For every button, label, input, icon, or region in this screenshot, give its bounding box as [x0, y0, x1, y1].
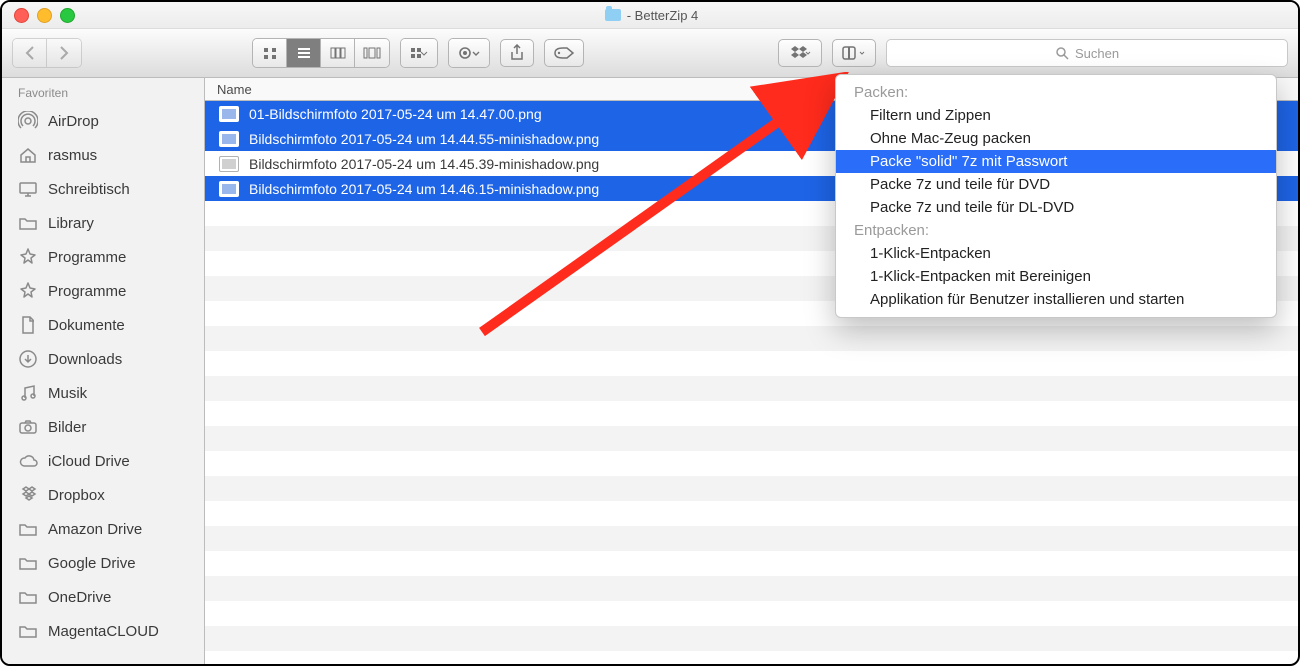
- search-field[interactable]: Suchen: [886, 39, 1288, 67]
- menu-item[interactable]: 1-Klick-Entpacken: [836, 242, 1276, 265]
- window-fullscreen-button[interactable]: [60, 8, 75, 23]
- arrange-segment: [400, 38, 438, 68]
- toolbar: Suchen: [2, 29, 1298, 78]
- menu-item[interactable]: Ohne Mac-Zeug packen: [836, 127, 1276, 150]
- sidebar-item-label: iCloud Drive: [48, 453, 130, 470]
- forward-button[interactable]: [47, 39, 81, 67]
- menu-category: Entpacken:: [836, 219, 1276, 242]
- action-segment: [448, 38, 490, 68]
- file-thumbnail-icon: [219, 181, 239, 197]
- sidebar-item-label: Google Drive: [48, 555, 136, 572]
- menu-item[interactable]: Packe 7z und teile für DVD: [836, 173, 1276, 196]
- sidebar-item-programme[interactable]: Programme: [2, 240, 204, 274]
- empty-row: [205, 501, 1298, 526]
- folder-icon: [605, 9, 621, 21]
- sidebar-item-amazon-drive[interactable]: Amazon Drive: [2, 512, 204, 546]
- tags-button[interactable]: [544, 39, 584, 67]
- view-segment: [252, 38, 390, 68]
- sidebar-item-dokumente[interactable]: Dokumente: [2, 308, 204, 342]
- sidebar-item-musik[interactable]: Musik: [2, 376, 204, 410]
- file-thumbnail-icon: [219, 156, 239, 172]
- menu-item[interactable]: 1-Klick-Entpacken mit Bereinigen: [836, 265, 1276, 288]
- empty-row: [205, 476, 1298, 501]
- empty-row: [205, 351, 1298, 376]
- menu-item[interactable]: Applikation für Benutzer installieren un…: [836, 288, 1276, 311]
- menu-category: Packen:: [836, 81, 1276, 104]
- empty-row: [205, 576, 1298, 601]
- empty-row: [205, 401, 1298, 426]
- file-name: Bildschirmfoto 2017-05-24 um 14.44.55-mi…: [249, 131, 599, 147]
- sidebar-section-title: Favoriten: [2, 84, 204, 104]
- menu-item[interactable]: Packe 7z und teile für DL-DVD: [836, 196, 1276, 219]
- search-icon: [1055, 46, 1069, 60]
- sidebar-item-label: Amazon Drive: [48, 521, 142, 538]
- window-close-button[interactable]: [14, 8, 29, 23]
- empty-row: [205, 426, 1298, 451]
- file-name: Bildschirmfoto 2017-05-24 um 14.46.15-mi…: [249, 181, 599, 197]
- empty-row: [205, 551, 1298, 576]
- sidebar-item-airdrop[interactable]: AirDrop: [2, 104, 204, 138]
- sidebar-item-label: MagentaCLOUD: [48, 623, 159, 640]
- back-button[interactable]: [13, 39, 47, 67]
- sidebar-item-magentacloud[interactable]: MagentaCLOUD: [2, 614, 204, 648]
- file-name: 01-Bildschirmfoto 2017-05-24 um 14.47.00…: [249, 106, 542, 122]
- sidebar-item-rasmus[interactable]: rasmus: [2, 138, 204, 172]
- view-gallery-button[interactable]: [355, 39, 389, 67]
- share-button[interactable]: [500, 39, 534, 67]
- column-name-label: Name: [217, 82, 252, 97]
- sidebar-item-google-drive[interactable]: Google Drive: [2, 546, 204, 580]
- file-thumbnail-icon: [219, 131, 239, 147]
- sidebar-item-icloud-drive[interactable]: iCloud Drive: [2, 444, 204, 478]
- empty-row: [205, 526, 1298, 551]
- betterzip-presets-menu[interactable]: Packen:Filtern und ZippenOhne Mac-Zeug p…: [835, 74, 1277, 318]
- file-thumbnail-icon: [219, 106, 239, 122]
- window-title: - BetterZip 4: [627, 8, 699, 23]
- menu-item[interactable]: Packe "solid" 7z mit Passwort: [836, 150, 1276, 173]
- empty-row: [205, 326, 1298, 351]
- sidebar-item-label: Programme: [48, 249, 126, 266]
- view-icon-button[interactable]: [253, 39, 287, 67]
- sidebar-item-label: OneDrive: [48, 589, 111, 606]
- sidebar: Favoriten AirDrop rasmus Schreibtisch Libra…: [2, 78, 205, 666]
- empty-row: [205, 451, 1298, 476]
- sidebar-item-programme[interactable]: Programme: [2, 274, 204, 308]
- sidebar-item-label: Downloads: [48, 351, 122, 368]
- sidebar-item-schreibtisch[interactable]: Schreibtisch: [2, 172, 204, 206]
- arrange-button[interactable]: [401, 39, 437, 67]
- sidebar-item-onedrive[interactable]: OneDrive: [2, 580, 204, 614]
- menu-item[interactable]: Filtern und Zippen: [836, 104, 1276, 127]
- empty-row: [205, 626, 1298, 651]
- sidebar-item-downloads[interactable]: Downloads: [2, 342, 204, 376]
- empty-row: [205, 601, 1298, 626]
- sidebar-item-label: Programme: [48, 283, 126, 300]
- sidebar-item-label: Musik: [48, 385, 87, 402]
- sidebar-item-library[interactable]: Library: [2, 206, 204, 240]
- sidebar-item-label: Bilder: [48, 419, 86, 436]
- dropbox-button[interactable]: [778, 39, 822, 67]
- sidebar-item-bilder[interactable]: Bilder: [2, 410, 204, 444]
- window-minimize-button[interactable]: [37, 8, 52, 23]
- view-list-button[interactable]: [287, 39, 321, 67]
- action-gear-button[interactable]: [449, 39, 489, 67]
- sidebar-item-label: Dokumente: [48, 317, 125, 334]
- sidebar-item-label: rasmus: [48, 147, 97, 164]
- sidebar-item-label: Library: [48, 215, 94, 232]
- empty-row: [205, 376, 1298, 401]
- sidebar-item-label: Dropbox: [48, 487, 105, 504]
- file-name: Bildschirmfoto 2017-05-24 um 14.45.39-mi…: [249, 156, 599, 172]
- sidebar-item-dropbox[interactable]: Dropbox: [2, 478, 204, 512]
- window-titlebar: - BetterZip 4: [2, 2, 1298, 29]
- view-columns-button[interactable]: [321, 39, 355, 67]
- nav-segment: [12, 38, 82, 68]
- sidebar-item-label: AirDrop: [48, 113, 99, 130]
- betterzip-button[interactable]: [832, 39, 876, 67]
- search-placeholder: Suchen: [1075, 46, 1119, 61]
- sidebar-item-label: Schreibtisch: [48, 181, 130, 198]
